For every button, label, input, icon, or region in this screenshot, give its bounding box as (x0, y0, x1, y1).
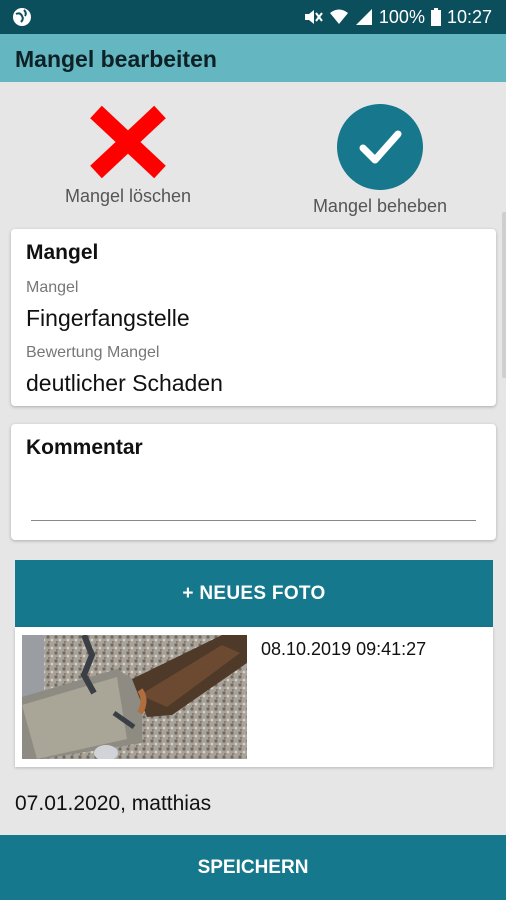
globe-icon (13, 8, 31, 26)
fix-mangel-button[interactable]: Mangel beheben (280, 100, 480, 217)
mangel-card: Mangel Mangel Fingerfangstelle Bewertung… (11, 229, 496, 406)
status-icons: 100% 10:27 (303, 0, 492, 34)
comment-card: Kommentar (11, 424, 496, 540)
battery-percent: 100% (378, 6, 425, 27)
delete-x-icon (90, 105, 166, 179)
add-photo-button[interactable]: + NEUES FOTO (15, 560, 493, 627)
fix-mangel-label: Mangel beheben (312, 196, 448, 216)
comment-input[interactable] (31, 482, 476, 518)
scroll-indicator (502, 212, 506, 378)
comment-input-underline (31, 520, 476, 521)
delete-mangel-button[interactable]: Mangel löschen (28, 100, 228, 207)
signal-icon (355, 9, 372, 25)
comment-card-title: Kommentar (26, 436, 143, 459)
status-bar: 100% 10:27 (0, 0, 506, 34)
clock: 10:27 (446, 6, 492, 27)
check-circle-icon (337, 104, 423, 190)
save-button[interactable]: SPEICHERN (0, 835, 506, 900)
app-bar: Mangel bearbeiten (0, 34, 506, 82)
bewertung-field-label: Bewertung Mangel (26, 344, 160, 361)
battery-icon (430, 8, 441, 26)
photo-timestamp: 08.10.2019 09:41:27 (261, 639, 427, 659)
mangel-field-value[interactable]: Fingerfangstelle (26, 305, 190, 332)
mangel-field-label: Mangel (26, 279, 79, 296)
photo-thumbnail[interactable] (22, 635, 247, 759)
mute-icon (304, 10, 323, 24)
edit-meta-text: 07.01.2020, matthias (15, 792, 212, 815)
bewertung-field-value[interactable]: deutlicher Schaden (26, 370, 223, 397)
photo-list-item[interactable]: 08.10.2019 09:41:27 (15, 627, 493, 767)
page-title: Mangel bearbeiten (15, 46, 217, 72)
wifi-icon (329, 9, 348, 24)
mangel-card-title: Mangel (26, 241, 99, 264)
delete-mangel-label: Mangel löschen (64, 186, 192, 206)
check-icon (359, 130, 402, 164)
